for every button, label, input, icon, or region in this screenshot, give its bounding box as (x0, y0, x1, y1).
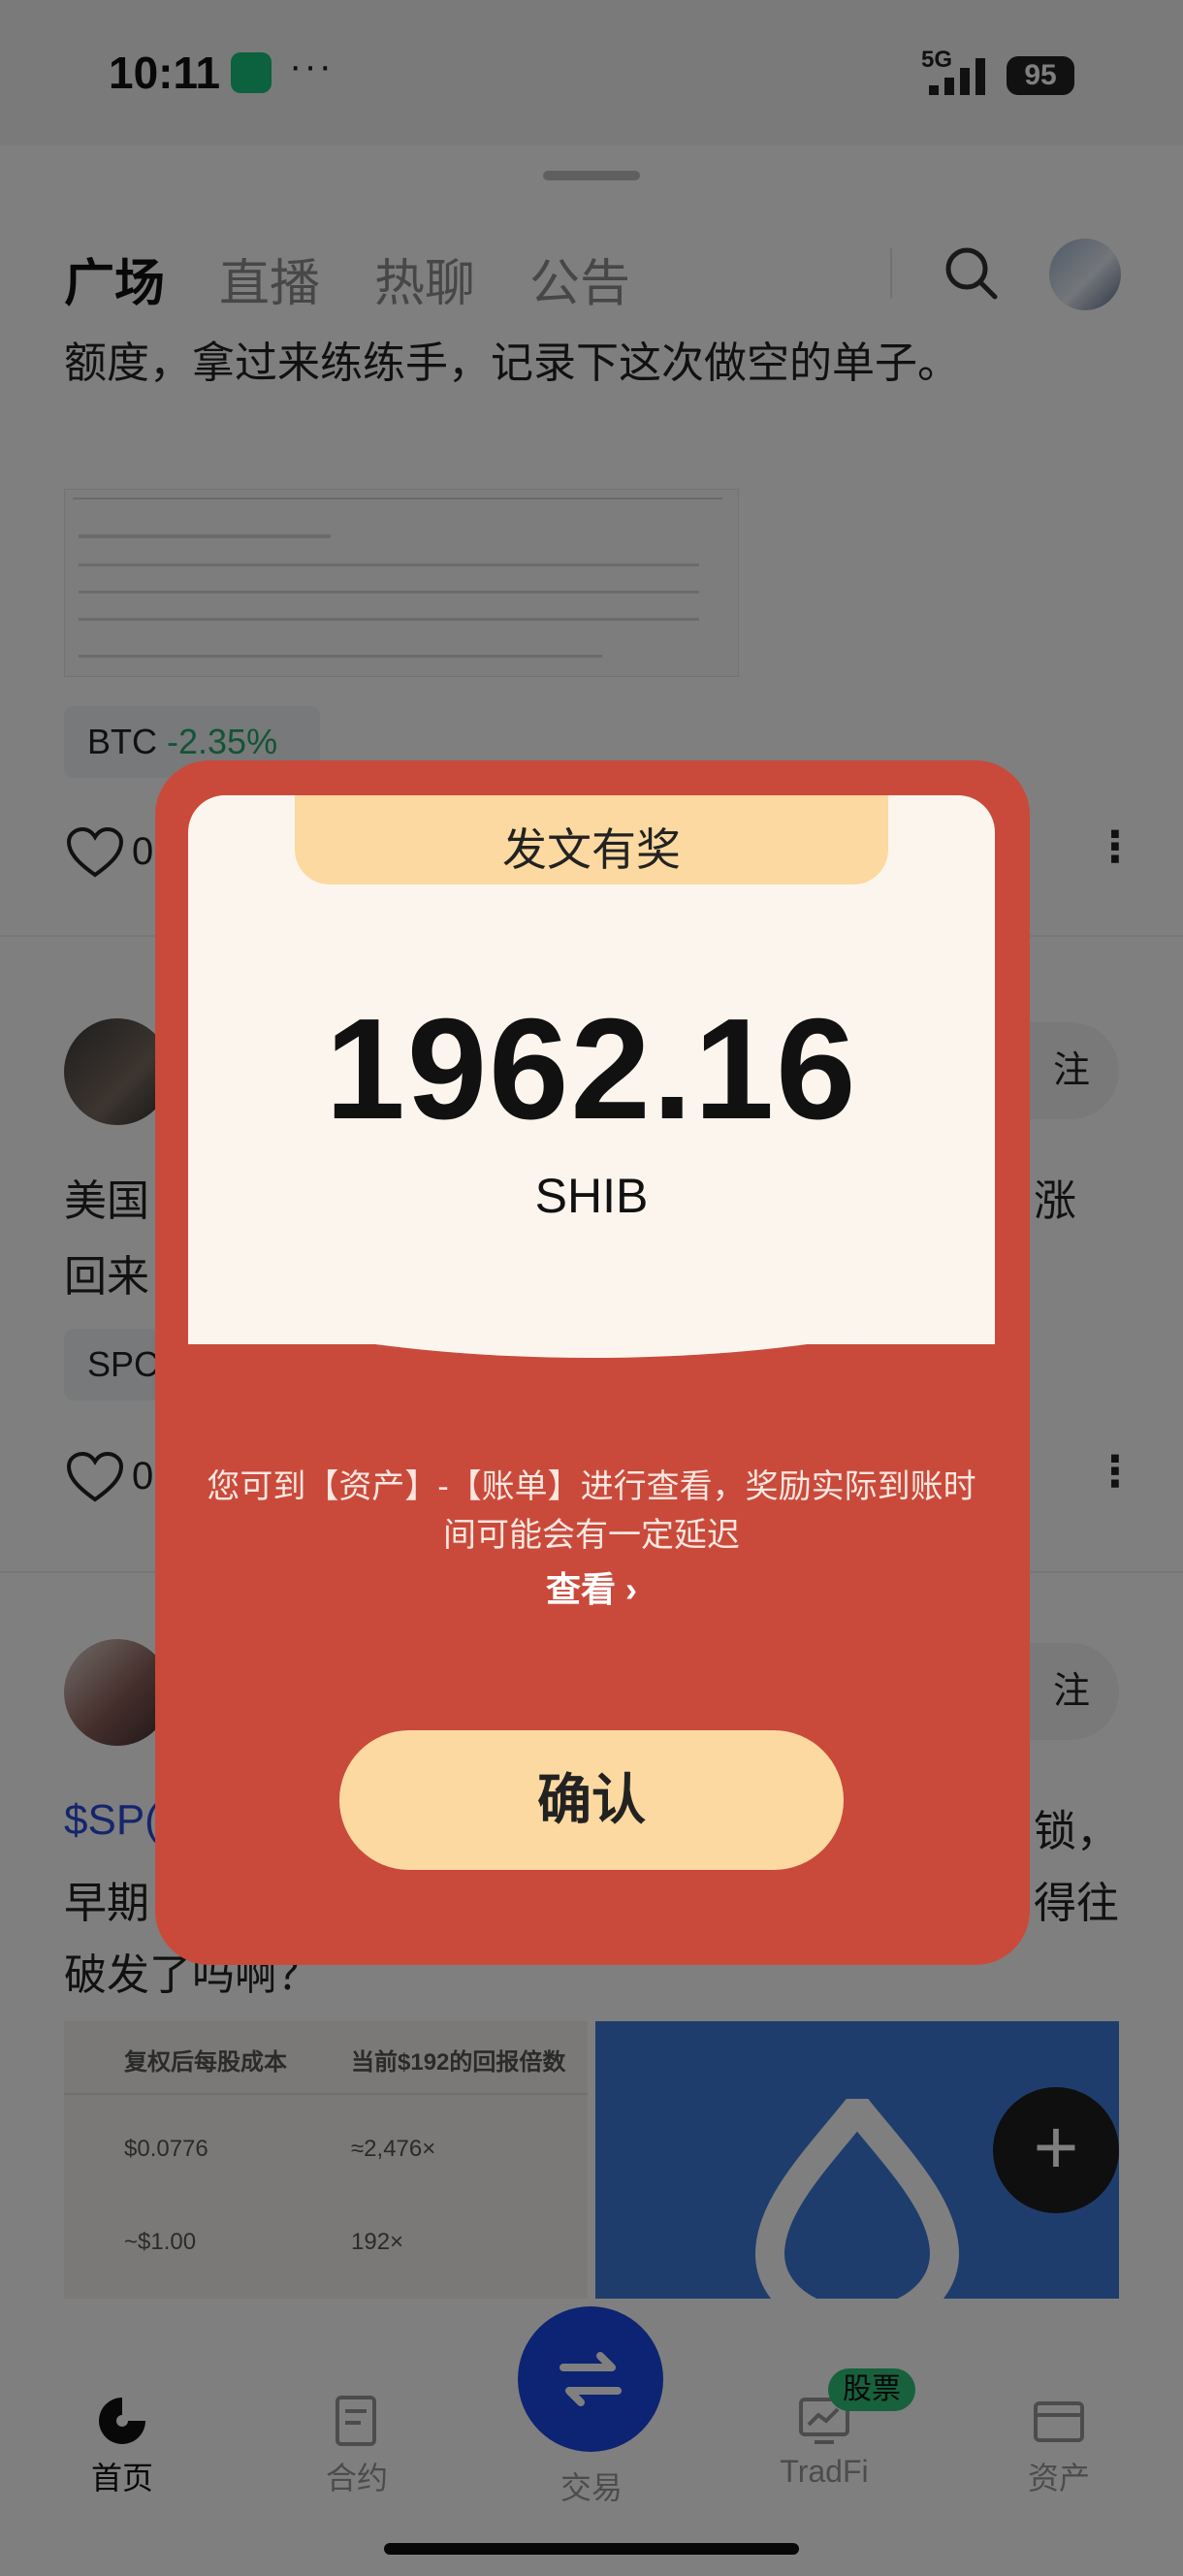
confirm-button[interactable]: 确认 (339, 1730, 844, 1870)
chevron-right-icon: › (625, 1569, 638, 1609)
reward-note: 您可到【资产】-【账单】进行查看，奖励实际到账时间可能会有一定延迟 (207, 1468, 976, 1554)
app-screen: 10:11 ··· 5G 95 广场 直播 热聊 公告 额度，拿过来练练手，记录… (0, 0, 1183, 2576)
reward-amount: 1962.16 (325, 989, 858, 1149)
reward-card-curve (188, 1261, 995, 1358)
view-bill-label: 查看 (545, 1569, 616, 1609)
reward-title: 发文有奖 (502, 824, 681, 875)
view-bill-link[interactable]: 查看 › (495, 1562, 688, 1612)
reward-currency: SHIB (534, 1169, 649, 1223)
